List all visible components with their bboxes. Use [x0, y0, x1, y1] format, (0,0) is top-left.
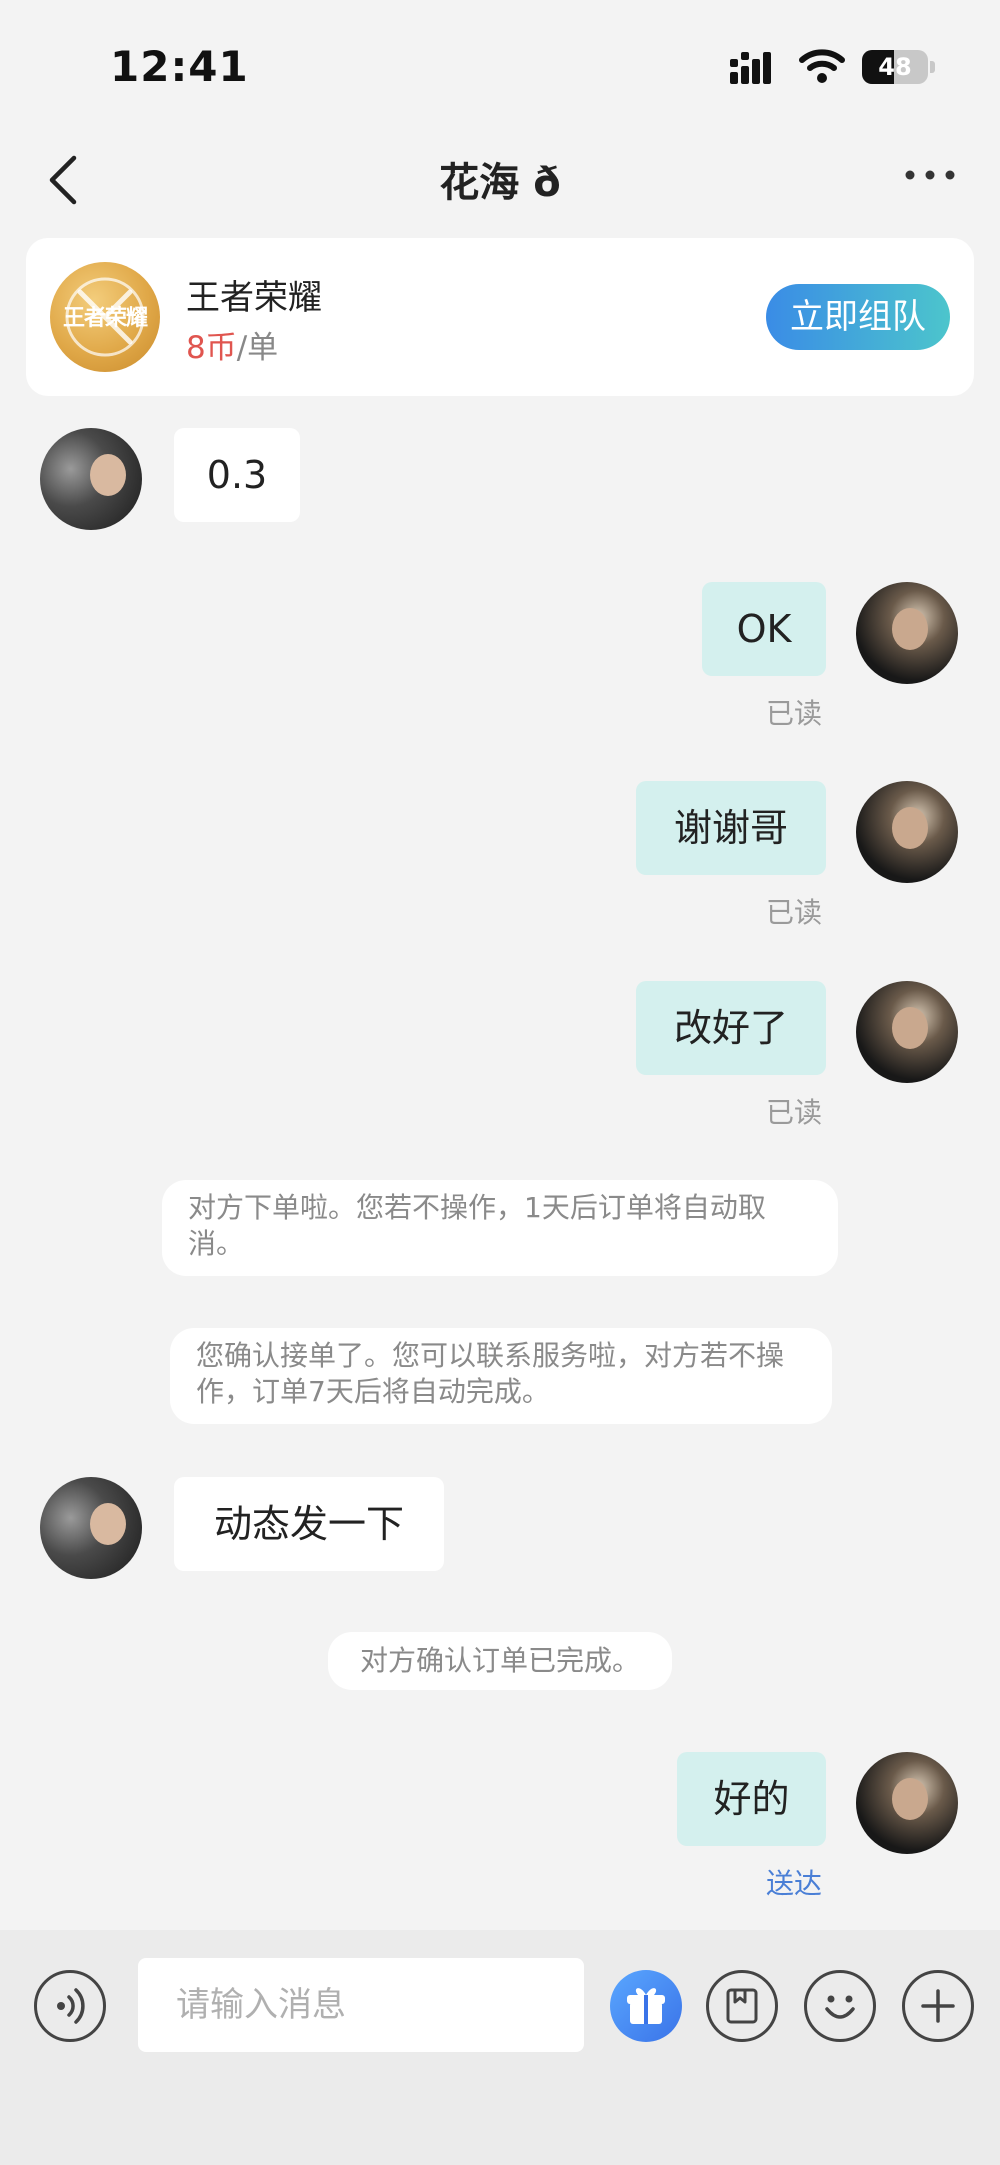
- read-status: 已读: [766, 896, 823, 929]
- page-title: 花海 ð: [439, 160, 561, 206]
- system-note: 对方下单啦。您若不操作，1天后订单将自动取消。: [162, 1180, 838, 1276]
- game-logo: 王者荣耀: [50, 262, 160, 372]
- team-up-button[interactable]: 立即组队: [766, 284, 950, 350]
- avatar[interactable]: [856, 582, 958, 684]
- message-input[interactable]: [138, 1958, 584, 2052]
- price-unit: /单: [236, 330, 279, 366]
- system-note: 您确认接单了。您可以联系服务啦，对方若不操作，订单7天后将自动完成。: [170, 1328, 832, 1424]
- more-button[interactable]: [900, 155, 960, 195]
- cellular-signal-icon: [730, 50, 780, 84]
- delivery-status: 送达: [766, 1867, 823, 1900]
- input-bar: [0, 1930, 1000, 2165]
- status-bar: 12:41 48: [0, 0, 1000, 130]
- message-bubble-outgoing[interactable]: 改好了: [636, 981, 826, 1075]
- plus-icon: [905, 1973, 971, 2039]
- emoji-button[interactable]: [804, 1970, 876, 2042]
- avatar[interactable]: [40, 1477, 142, 1579]
- emoji-icon: [807, 1973, 873, 2039]
- game-name: 王者荣耀: [186, 278, 322, 318]
- album-icon: [709, 1973, 775, 2039]
- message-bubble-outgoing[interactable]: 好的: [677, 1752, 826, 1846]
- battery-icon: 48: [862, 50, 935, 84]
- plus-button[interactable]: [902, 1970, 974, 2042]
- avatar[interactable]: [856, 1752, 958, 1854]
- read-status: 已读: [766, 1096, 823, 1129]
- system-note: 对方确认订单已完成。: [328, 1632, 672, 1690]
- message-bubble-incoming[interactable]: 动态发一下: [174, 1477, 444, 1571]
- wifi-icon: [798, 48, 846, 84]
- message-bubble-outgoing[interactable]: OK: [702, 582, 826, 676]
- battery-level: 48: [878, 53, 912, 81]
- game-order-card[interactable]: 王者荣耀 王者荣耀 8币/单 立即组队: [26, 238, 974, 396]
- album-button[interactable]: [706, 1970, 778, 2042]
- message-bubble-incoming[interactable]: 0.3: [174, 428, 300, 522]
- message-bubble-outgoing[interactable]: 谢谢哥: [636, 781, 826, 875]
- price-coin: 8币: [186, 330, 237, 366]
- back-button[interactable]: [40, 150, 90, 210]
- avatar[interactable]: [856, 781, 958, 883]
- gift-icon: [610, 1970, 682, 2042]
- more-dots-icon: [900, 155, 960, 195]
- chevron-left-icon: [40, 150, 90, 210]
- voice-icon: [37, 1973, 103, 2039]
- avatar[interactable]: [40, 428, 142, 530]
- game-price: 8币/单: [186, 322, 278, 367]
- voice-button[interactable]: [34, 1970, 106, 2042]
- read-status: 已读: [766, 697, 823, 730]
- avatar[interactable]: [856, 981, 958, 1083]
- nav-bar: 花海 ð: [0, 130, 1000, 225]
- gift-button[interactable]: [610, 1970, 682, 2042]
- status-time: 12:41: [110, 42, 249, 91]
